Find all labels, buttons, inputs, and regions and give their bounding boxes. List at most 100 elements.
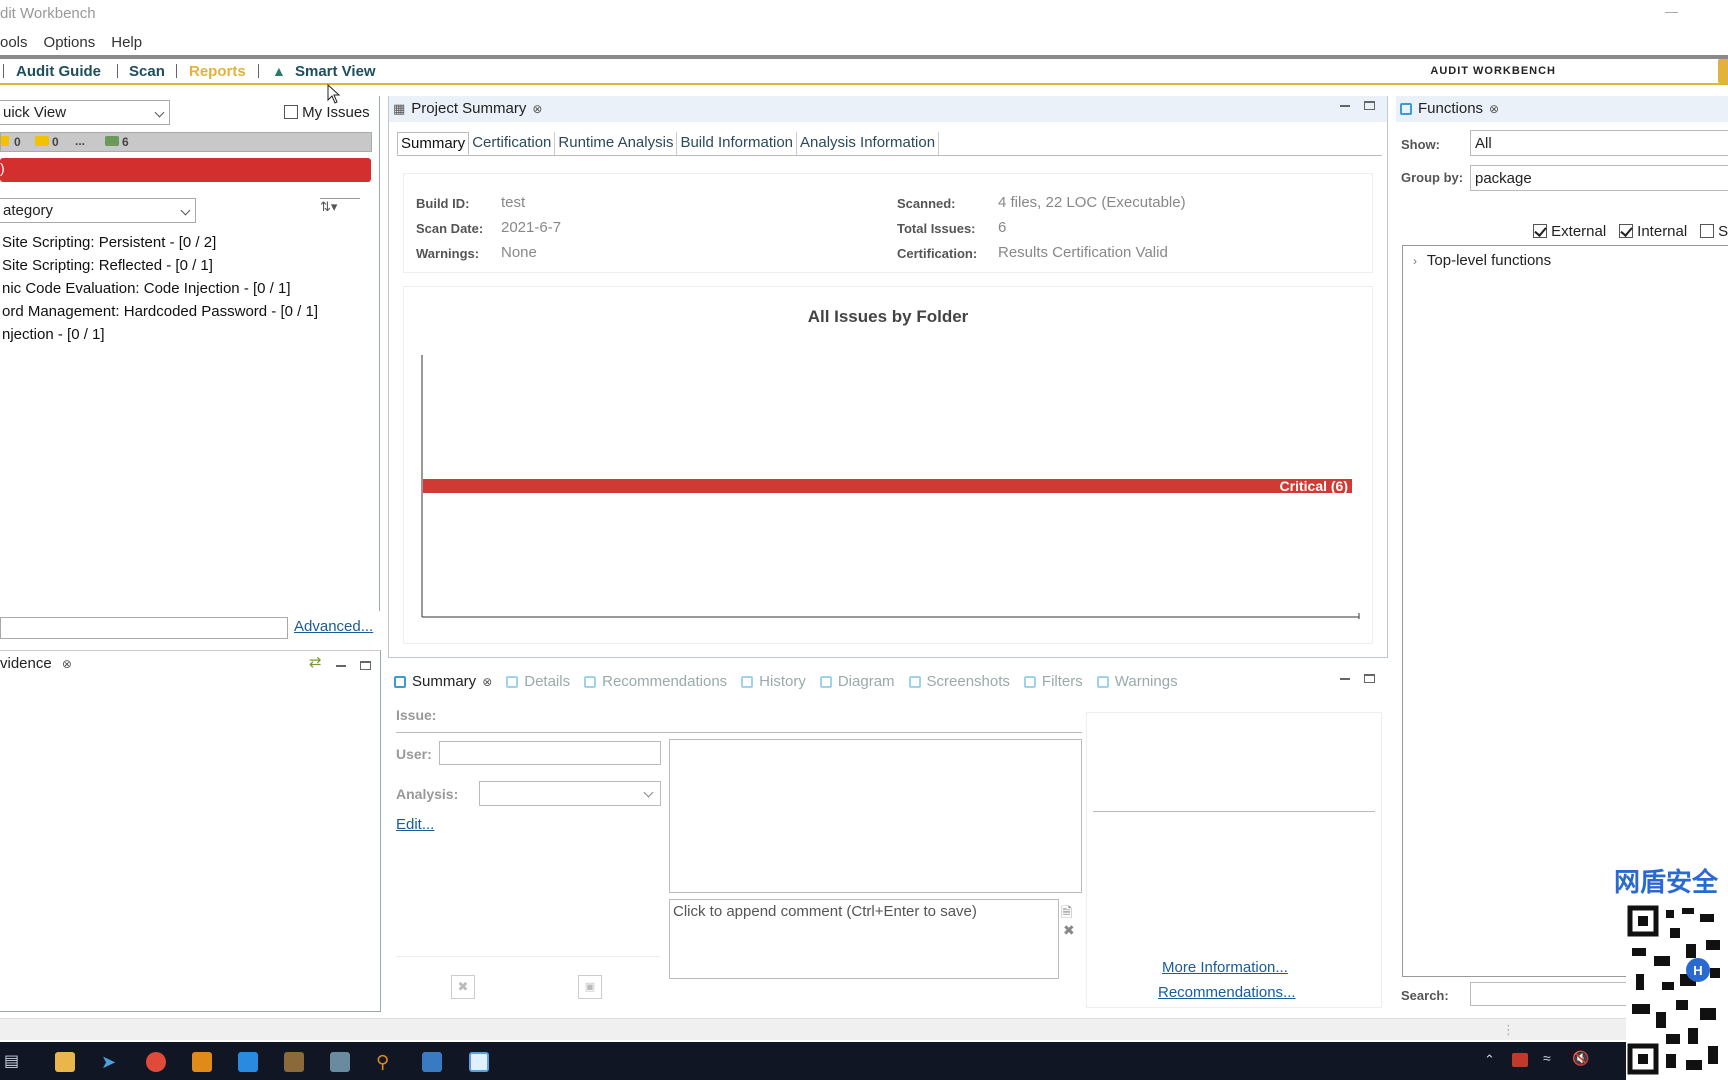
scan-button[interactable]: Scan [129,63,165,80]
browser-icon[interactable] [469,1052,489,1072]
tab-recommendations[interactable]: Recommendations [584,673,727,690]
search-tool-icon[interactable]: ⚲ [376,1052,396,1072]
close-icon[interactable]: ⊗ [1489,102,1499,116]
more-information-link[interactable]: More Information... [1162,959,1288,976]
s-filter[interactable]: S [1700,223,1728,240]
tab-details-label: Details [524,673,571,690]
tab-history-label: History [759,673,806,690]
subtab-build-information[interactable]: Build Information [677,132,798,155]
security-tool-icon[interactable] [422,1052,442,1072]
all-count[interactable]: 6 [122,135,129,149]
chrome-icon[interactable] [146,1052,166,1072]
tab-filters-label: Filters [1041,673,1083,690]
submit-bug-icon[interactable]: ▣ [578,975,602,999]
warnings-label: Warnings: [416,246,480,261]
task-view-icon[interactable]: ▤ [4,1051,19,1071]
reports-button[interactable]: Reports [189,63,246,80]
app-icon[interactable] [238,1052,258,1072]
issue-description-box [669,739,1082,893]
warnings-value: None [501,244,537,261]
tab-warnings[interactable]: Warnings [1096,673,1178,690]
status-bar: ⋮ [0,1018,1728,1040]
workbench-icon[interactable] [284,1052,304,1072]
image-viewer-icon[interactable] [330,1052,350,1072]
subtab-summary[interactable]: Summary [397,132,470,155]
search-input[interactable] [0,617,288,639]
chart-canvas: Critical (6) [421,355,1360,619]
comment-input[interactable]: Click to append comment (Ctrl+Enter to s… [669,899,1059,979]
scan-date-value: 2021-6-7 [501,219,562,236]
audit-guide-button[interactable]: Audit Guide [16,63,101,80]
build-info-box: Build ID: test Scan Date: 2021-6-7 Warni… [403,173,1373,273]
perspective-toolbar: Audit Guide Scan Reports ▲ Smart View AU… [0,59,1728,85]
close-icon[interactable]: ⊗ [482,675,492,689]
chevron-down-icon [180,205,191,216]
high-count[interactable]: 0 [52,135,59,149]
subtab-analysis-information[interactable]: Analysis Information [797,132,940,155]
category-item[interactable]: nic Code Evaluation: Code Injection - [0… [2,280,291,297]
tab-filters[interactable]: Filters [1023,673,1083,690]
more-folders[interactable]: ... [75,134,85,148]
category-item[interactable]: njection - [0 / 1] [2,326,105,343]
s-checkbox[interactable] [1700,224,1714,238]
critical-count[interactable]: 0 [14,135,21,149]
group-by-value: ategory [3,202,54,219]
analysis-select[interactable] [479,781,661,806]
file-explorer-icon[interactable] [55,1052,75,1072]
tab-diagram[interactable]: Diagram [819,673,895,690]
my-issues-toggle[interactable]: My Issues [284,104,370,121]
tab-summary[interactable]: Summary ⊗ [394,673,492,690]
tab-screenshots[interactable]: Screenshots [908,673,1010,690]
wifi-icon[interactable]: ≈ [1543,1050,1551,1066]
smart-view-button[interactable]: Smart View [295,63,376,80]
tab-details[interactable]: Details [506,673,570,690]
subtab-runtime-analysis[interactable]: Runtime Analysis [555,132,678,155]
minimize-icon[interactable] [1665,12,1678,13]
tray-security-icon[interactable] [1512,1053,1528,1067]
critical-folder-bar[interactable]: ) [0,158,371,182]
menu-help[interactable]: Help [111,34,142,51]
tray-chevron-up-icon[interactable]: ⌃ [1484,1052,1495,1068]
minimize-icon[interactable] [1340,677,1350,680]
delete-comment-icon[interactable]: ✖ [1063,922,1075,939]
my-issues-checkbox[interactable] [284,105,298,119]
svg-text:H: H [1693,963,1702,978]
scanned-value: 4 files, 22 LOC (Executable) [998,194,1186,211]
issues-by-folder-chart: All Issues by Folder Critical (6) [403,286,1373,644]
suppress-icon[interactable]: ✖ [451,975,475,999]
quick-view-select[interactable]: uick View [0,100,170,125]
sort-order-button[interactable]: ⇅▾ [320,198,360,220]
internal-filter[interactable]: Internal [1619,223,1687,240]
external-filter[interactable]: External [1533,223,1606,240]
info-divider [1093,811,1375,812]
function-group-select[interactable]: package [1470,165,1728,191]
internal-checkbox[interactable] [1619,224,1633,238]
tab-history[interactable]: History [741,673,806,690]
chevron-right-icon[interactable]: › [1413,254,1417,268]
sublime-icon[interactable] [192,1052,212,1072]
show-label: Show: [1401,137,1440,152]
function-group-value: package [1475,170,1532,187]
maximize-icon[interactable] [1364,674,1375,683]
tab-functions[interactable]: Functions ⊗ [1400,100,1499,117]
volume-mute-icon[interactable]: 🔇 [1572,1050,1589,1067]
menu-options[interactable]: Options [44,34,96,51]
bar-critical[interactable] [423,479,1352,493]
user-field[interactable] [439,741,661,765]
tree-item-top-level-functions[interactable]: › Top-level functions [1413,252,1551,269]
group-by-select[interactable]: ategory [0,198,196,223]
category-item[interactable]: ord Management: Hardcoded Password - [0 … [2,303,318,320]
category-item[interactable]: Site Scripting: Persistent - [0 / 2] [2,234,216,251]
toolbar-separator [117,64,118,78]
show-select[interactable]: All [1470,130,1728,156]
project-summary-subtabs: Summary Certification Runtime Analysis B… [397,132,1382,156]
advanced-search-link[interactable]: Advanced... [294,618,373,635]
menu-tools[interactable]: ools [0,34,28,51]
telegram-icon[interactable]: ➤ [101,1052,121,1072]
category-item[interactable]: Site Scripting: Reflected - [0 / 1] [2,257,213,274]
title-bar: dit Workbench [0,0,1728,28]
edit-link[interactable]: Edit... [396,816,434,833]
external-checkbox[interactable] [1533,224,1547,238]
subtab-certification[interactable]: Certification [469,132,556,155]
recommendations-link[interactable]: Recommendations... [1158,984,1296,1001]
